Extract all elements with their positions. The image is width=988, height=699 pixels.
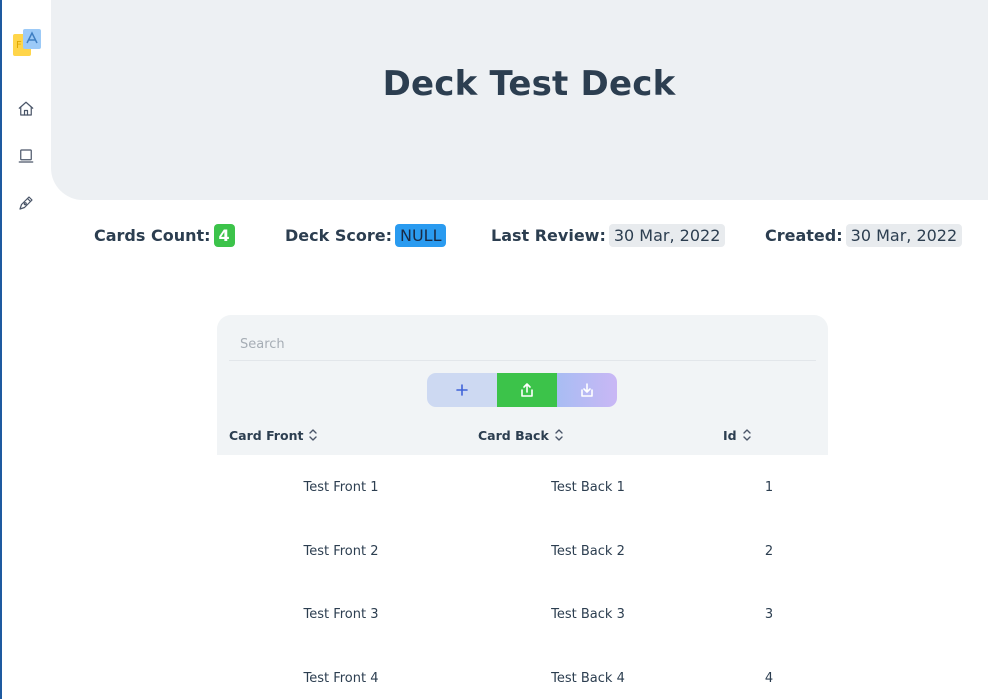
table-row[interactable]: Test Front 3 Test Back 3 3 [217, 582, 828, 646]
sort-icon[interactable] [742, 427, 752, 443]
cell-card-front: Test Front 1 [303, 480, 379, 495]
cell-card-front: Test Front 3 [303, 607, 379, 622]
svg-text:F: F [16, 40, 22, 51]
created-stat: Created: 30 Mar, 2022 [765, 224, 963, 247]
cell-id: 3 [764, 607, 774, 622]
deck-score-badge: NULL [394, 224, 447, 247]
column-header-card-front[interactable]: Card Front [229, 427, 318, 443]
column-header-label: Card Front [229, 427, 304, 443]
column-header-id[interactable]: Id [723, 427, 752, 443]
table-row[interactable]: Test Front 2 Test Back 2 2 [217, 519, 828, 583]
app-logo[interactable]: F [12, 28, 44, 60]
export-icon [521, 383, 533, 397]
import-button[interactable] [557, 373, 617, 407]
last-review-badge: 30 Mar, 2022 [608, 224, 726, 247]
cards-table: Card Front Card Back Id [217, 315, 828, 455]
add-card-button[interactable] [427, 373, 497, 407]
last-review-label: Last Review: [491, 226, 606, 245]
cell-id: 2 [764, 543, 774, 559]
sort-icon[interactable] [308, 427, 318, 443]
created-label: Created: [765, 226, 843, 245]
column-header-card-back[interactable]: Card Back [478, 427, 564, 443]
cell-card-back: Test Back 1 [551, 480, 625, 495]
cards-count-badge: 4 [213, 224, 235, 247]
cell-id: 4 [764, 670, 774, 686]
import-icon [581, 383, 593, 397]
deck-stats: Cards Count: 4 Deck Score: NULL Last Rev… [0, 224, 988, 250]
table-row[interactable]: Test Front 4 Test Back 4 4 [217, 646, 828, 699]
plus-icon [456, 384, 468, 396]
home-icon[interactable] [16, 99, 36, 119]
column-header-label: Id [723, 427, 737, 443]
book-icon[interactable] [16, 146, 36, 166]
deck-score-label: Deck Score: [285, 226, 392, 245]
cards-count-stat: Cards Count: 4 [94, 224, 235, 247]
export-button[interactable] [497, 373, 557, 407]
cards-count-label: Cards Count: [94, 226, 211, 245]
page-title: Deck Test Deck [382, 64, 676, 104]
table-body: Test Front 1 Test Back 1 1 Test Front 2 … [217, 455, 828, 699]
sidebar: F [2, 0, 50, 699]
table-row[interactable]: Test Front 1 Test Back 1 1 [217, 455, 828, 519]
column-header-label: Card Back [478, 427, 549, 443]
last-review-stat: Last Review: 30 Mar, 2022 [491, 224, 726, 247]
pen-icon[interactable] [16, 193, 36, 213]
cell-card-back: Test Back 3 [551, 607, 625, 622]
table-toolbar [427, 373, 617, 407]
deck-score-stat: Deck Score: NULL [285, 224, 447, 247]
cell-card-front: Test Front 4 [303, 670, 379, 686]
cell-card-back: Test Back 4 [551, 670, 625, 686]
cell-id: 1 [764, 480, 774, 495]
created-badge: 30 Mar, 2022 [845, 224, 963, 247]
search-input[interactable] [229, 329, 816, 361]
cell-card-back: Test Back 2 [551, 543, 625, 559]
sort-icon[interactable] [554, 427, 564, 443]
cell-card-front: Test Front 2 [303, 543, 379, 559]
